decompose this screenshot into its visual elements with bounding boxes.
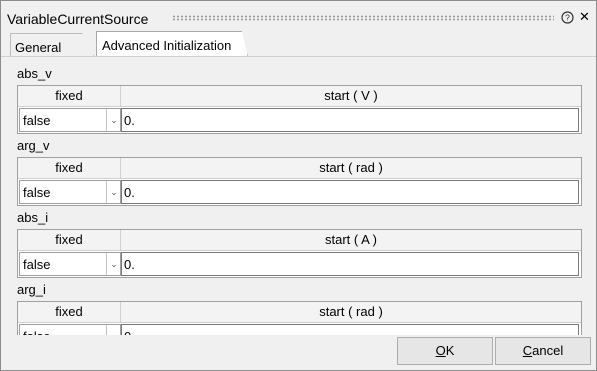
ok-mnemonic: O bbox=[435, 343, 446, 358]
ok-button[interactable]: OK bbox=[397, 337, 493, 365]
start-input[interactable]: 0. bbox=[121, 180, 579, 204]
section-label: arg_i bbox=[17, 282, 46, 297]
dialog-window: VariableCurrentSource ? ✕ General Advanc… bbox=[0, 0, 597, 371]
start-input-value: 0. bbox=[124, 329, 135, 335]
drag-grip[interactable] bbox=[172, 15, 554, 21]
column-header-start: start ( rad ) bbox=[121, 302, 581, 323]
chevron-down-icon[interactable]: ⌄ bbox=[106, 325, 121, 335]
fixed-select-value: false bbox=[23, 257, 51, 272]
section-label: arg_v bbox=[17, 138, 50, 153]
chevron-down-icon[interactable]: ⌄ bbox=[106, 181, 121, 203]
fixed-select[interactable]: false ⌄ bbox=[19, 324, 121, 335]
start-input[interactable]: 0. bbox=[121, 324, 579, 335]
svg-text:?: ? bbox=[565, 13, 570, 23]
window-title: VariableCurrentSource bbox=[7, 11, 149, 27]
close-icon[interactable]: ✕ bbox=[579, 10, 590, 24]
column-header-fixed: fixed bbox=[18, 158, 121, 179]
section-label: abs_i bbox=[17, 210, 49, 225]
start-input[interactable]: 0. bbox=[121, 252, 579, 276]
section-label: abs_v bbox=[17, 66, 52, 81]
tab-advanced-initialization-label: Advanced Initialization bbox=[102, 38, 232, 53]
start-input-value: 0. bbox=[124, 257, 135, 272]
fixed-select[interactable]: false ⌄ bbox=[19, 180, 121, 204]
scroll-content: abs_v fixed start ( V ) false ⌄ 0. arg_v… bbox=[1, 56, 596, 335]
chevron-down-icon[interactable]: ⌄ bbox=[106, 253, 121, 275]
column-header-start: start ( V ) bbox=[121, 86, 581, 107]
ok-label: K bbox=[445, 343, 455, 358]
column-header-fixed: fixed bbox=[18, 86, 121, 107]
init-table: fixed start ( V ) false ⌄ 0. bbox=[17, 85, 582, 134]
column-header-fixed: fixed bbox=[18, 302, 121, 323]
start-input-value: 0. bbox=[124, 185, 135, 200]
cancel-mnemonic: C bbox=[522, 343, 533, 358]
start-input-value: 0. bbox=[124, 113, 135, 128]
fixed-select[interactable]: false ⌄ bbox=[19, 252, 121, 276]
cancel-label: ancel bbox=[532, 343, 564, 358]
fixed-select-value: false bbox=[23, 329, 50, 335]
init-table: fixed start ( rad ) false ⌄ 0. bbox=[17, 157, 582, 206]
column-header-start: start ( rad ) bbox=[121, 158, 581, 179]
tab-advanced-initialization[interactable]: Advanced Initialization bbox=[96, 31, 248, 57]
cancel-button[interactable]: Cancel bbox=[495, 337, 591, 365]
column-header-start: start ( A ) bbox=[121, 230, 581, 251]
title-bar[interactable]: VariableCurrentSource ? ✕ bbox=[1, 1, 596, 31]
tab-general[interactable]: General bbox=[10, 33, 94, 56]
start-input[interactable]: 0. bbox=[121, 108, 579, 132]
init-table: fixed start ( A ) false ⌄ 0. bbox=[17, 229, 582, 278]
chevron-down-icon[interactable]: ⌄ bbox=[106, 109, 121, 131]
help-icon[interactable]: ? bbox=[561, 11, 574, 24]
tab-general-label: General bbox=[15, 40, 62, 55]
init-table: fixed start ( rad ) false ⌄ 0. bbox=[17, 301, 582, 335]
fixed-select[interactable]: false ⌄ bbox=[19, 108, 121, 132]
fixed-select-value: false bbox=[23, 113, 51, 128]
tab-bar: General Advanced Initialization bbox=[1, 31, 596, 57]
fixed-select-value: false bbox=[23, 185, 51, 200]
column-header-fixed: fixed bbox=[18, 230, 121, 251]
